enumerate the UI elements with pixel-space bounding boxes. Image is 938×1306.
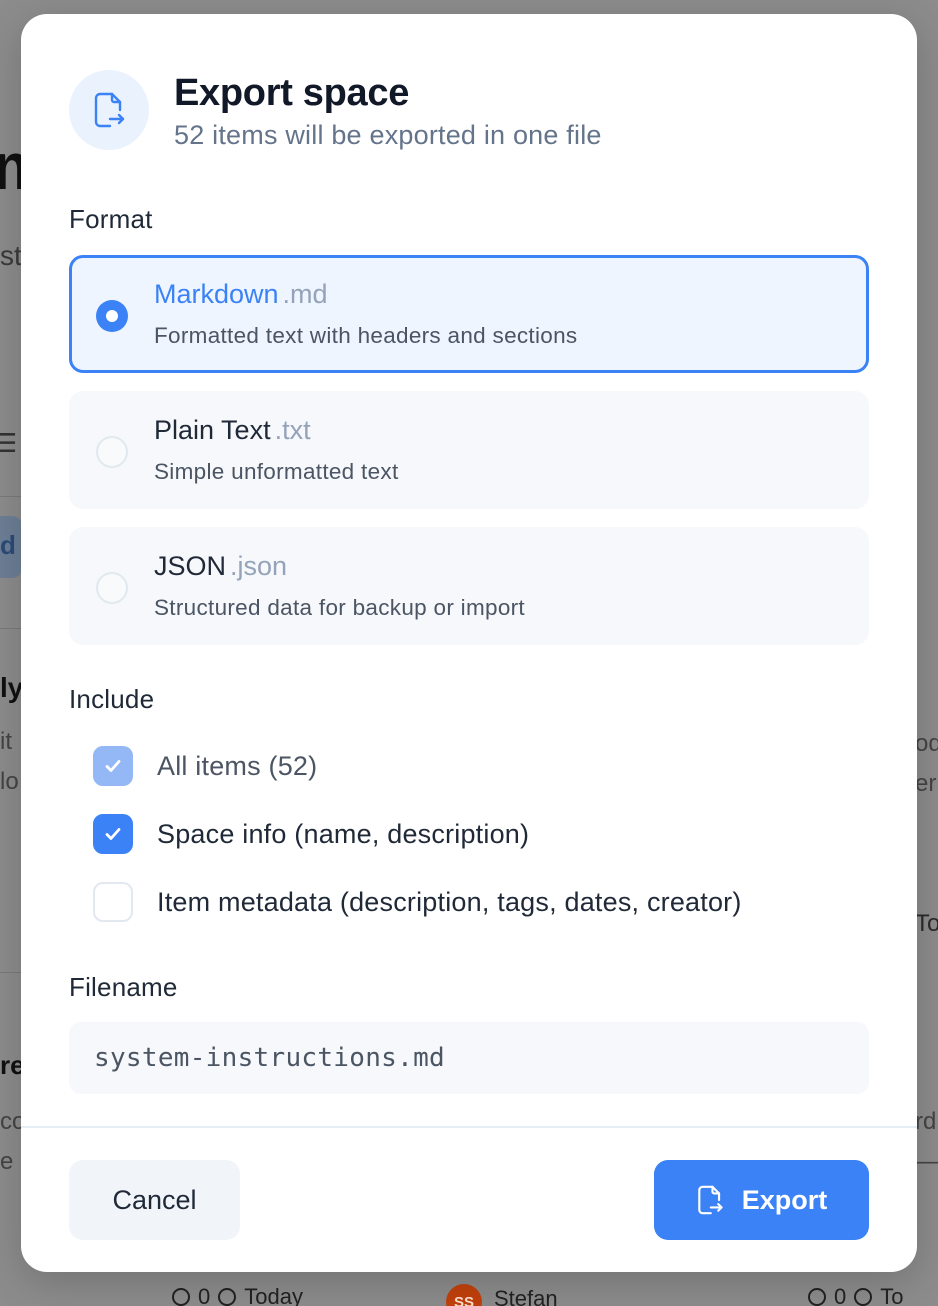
clock-icon — [854, 1288, 873, 1306]
include-section-label: Include — [69, 684, 155, 714]
bg-card-date: To — [915, 910, 938, 937]
format-description: Simple unformatted text — [154, 459, 399, 484]
format-section-label: Format — [69, 204, 153, 234]
format-name: Plain Text — [154, 415, 271, 445]
file-export-icon — [69, 70, 149, 150]
export-button-label: Export — [741, 1184, 828, 1215]
file-export-icon — [696, 1184, 724, 1216]
format-extension: .json — [230, 551, 288, 581]
format-radio-json[interactable] — [96, 572, 128, 604]
format-description: Formatted text with headers and sections — [154, 323, 578, 348]
bg-card-text: rd — [915, 1108, 937, 1135]
dialog-title: Export space — [174, 72, 410, 114]
bg-card-text: lo — [0, 768, 19, 795]
include-all-items[interactable]: All items (52) — [93, 746, 317, 786]
checkmark-icon — [105, 760, 121, 772]
dialog-subtitle: 52 items will be exported in one file — [174, 120, 602, 150]
format-radio-plain-text[interactable] — [96, 436, 128, 468]
bg-card-text: it — [0, 728, 12, 755]
format-radio-markdown[interactable] — [96, 300, 128, 332]
export-space-dialog: Export space 52 items will be exported i… — [21, 14, 917, 1272]
filename-input[interactable]: system-instructions.md — [69, 1022, 869, 1094]
bg-divider — [0, 972, 22, 973]
bg-card-footer: 0 To — [808, 1284, 904, 1306]
bg-divider — [0, 496, 22, 497]
format-name: JSON — [154, 551, 227, 581]
bg-card-text: — — [915, 1148, 938, 1175]
bg-page-subtitle: st — [0, 240, 22, 271]
bg-card-footer: 0 Today — [172, 1284, 303, 1306]
bg-footer-count: 0 — [834, 1284, 847, 1306]
checkmark-icon — [105, 828, 121, 840]
filename-section-label: Filename — [69, 972, 178, 1002]
clock-icon — [218, 1288, 237, 1306]
space-info-checkbox[interactable] — [93, 814, 133, 854]
bg-footer-date: Today — [244, 1284, 303, 1306]
bg-footer-date: To — [880, 1284, 904, 1306]
format-name: Markdown — [154, 279, 279, 309]
include-space-info[interactable]: Space info (name, description) — [93, 814, 529, 854]
include-item-metadata[interactable]: Item metadata (description, tags, dates,… — [93, 882, 742, 922]
footer-divider — [21, 1126, 917, 1128]
format-extension: .md — [282, 279, 328, 309]
bg-footer-count: 0 — [198, 1284, 211, 1306]
sun-icon — [808, 1288, 826, 1306]
format-description: Structured data for backup or import — [154, 595, 525, 620]
bg-tab-label: d — [0, 530, 16, 560]
bg-card-text: od — [915, 730, 938, 757]
all-items-checkbox[interactable] — [93, 746, 133, 786]
checkbox-label: Space info (name, description) — [157, 818, 530, 849]
bg-card-text: er — [915, 770, 937, 797]
cancel-button[interactable]: Cancel — [69, 1160, 240, 1240]
avatar: SS — [446, 1284, 482, 1306]
dialog-header: Export space 52 items will be exported i… — [69, 70, 602, 152]
format-option-markdown[interactable]: Markdown .md Formatted text with headers … — [69, 255, 869, 373]
sun-icon — [172, 1288, 190, 1306]
format-option-plain-text[interactable]: Plain Text .txt Simple unformatted text — [69, 391, 869, 509]
bg-divider — [0, 628, 22, 629]
checkbox-label: All items (52) — [157, 750, 318, 781]
bg-menu-icon: ☰ — [0, 428, 18, 458]
bg-card-title: ly — [0, 672, 24, 703]
export-button[interactable]: Export — [654, 1160, 869, 1240]
format-option-json[interactable]: JSON .json Structured data for backup or … — [69, 527, 869, 645]
item-metadata-checkbox[interactable] — [93, 882, 133, 922]
format-extension: .txt — [274, 415, 311, 445]
bg-author-name: Stefan — [494, 1286, 558, 1306]
checkbox-label: Item metadata (description, tags, dates,… — [157, 886, 742, 917]
